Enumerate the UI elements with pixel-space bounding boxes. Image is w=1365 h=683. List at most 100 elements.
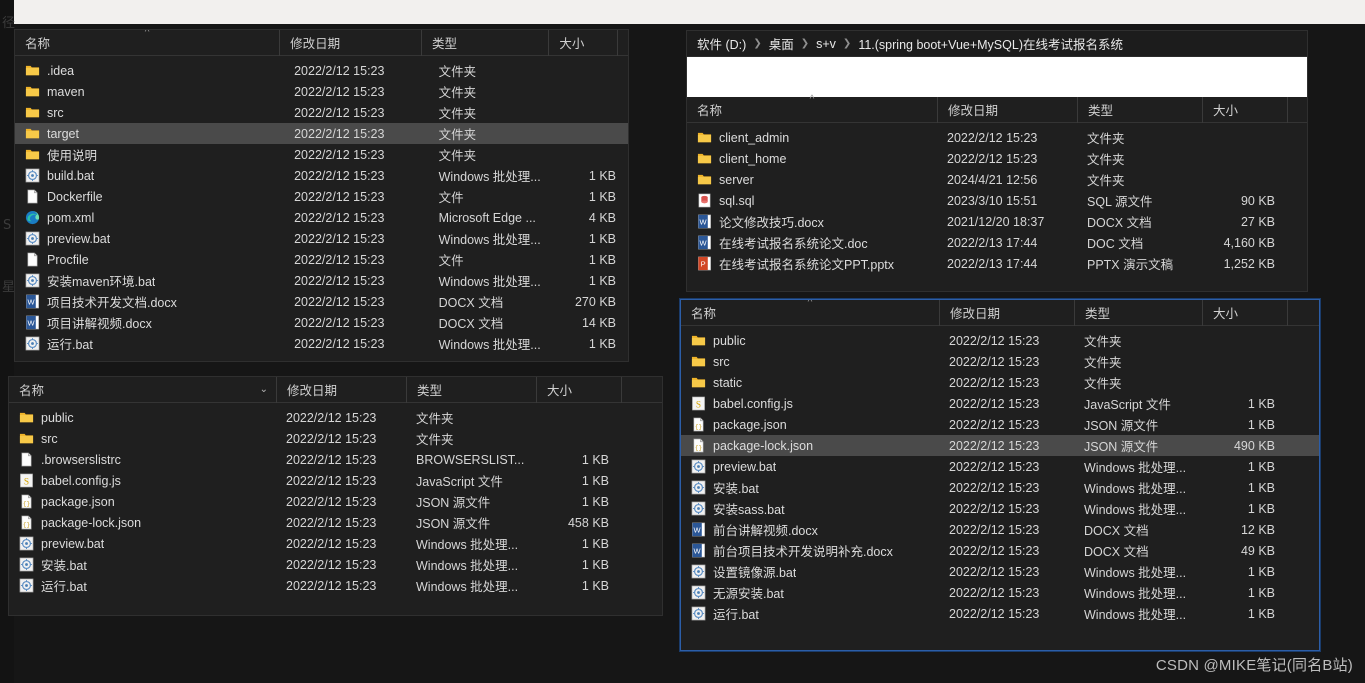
column-header-size[interactable]: 大小	[548, 30, 617, 56]
column-header-name[interactable]: 名称 ^	[15, 30, 279, 56]
table-row[interactable]: 使用说明 2022/2/12 15:23 文件夹	[15, 144, 628, 165]
file-name-cell[interactable]: preview.bat	[681, 459, 939, 474]
explorer-window-project-root[interactable]: 名称 ^ 修改日期 类型 大小 .idea 2022/2/12 15:23 文件夹 maven 2…	[14, 29, 629, 362]
column-header-type[interactable]: 类型	[406, 377, 536, 403]
table-row[interactable]: 运行.bat 2022/2/12 15:23 Windows 批处理... 1 KB	[15, 333, 628, 354]
table-row[interactable]: public 2022/2/12 15:23 文件夹	[9, 407, 662, 428]
table-row[interactable]: {} package-lock.json 2022/2/12 15:23 JSON 源…	[681, 435, 1319, 456]
file-name-cell[interactable]: target	[15, 126, 284, 141]
file-name-cell[interactable]: public	[681, 333, 939, 348]
table-row[interactable]: 无源安装.bat 2022/2/12 15:23 Windows 批处理... 1 K…	[681, 582, 1319, 603]
file-name-cell[interactable]: 安装.bat	[9, 555, 276, 574]
file-name-cell[interactable]: .browserslistrc	[9, 452, 276, 467]
breadcrumb[interactable]: 软件 (D:) ❯ 桌面 ❯ s+v ❯ 11.(spring boot+Vue+MySQL…	[687, 31, 1307, 57]
table-row[interactable]: src 2022/2/12 15:23 文件夹	[681, 351, 1319, 372]
file-name-cell[interactable]: 使用说明	[15, 145, 284, 164]
file-name-cell[interactable]: client_home	[687, 151, 937, 166]
table-row[interactable]: {} package.json 2022/2/12 15:23 JSON 源文件 1 K…	[681, 414, 1319, 435]
column-header-date[interactable]: 修改日期	[937, 96, 1077, 123]
table-row[interactable]: 安装.bat 2022/2/12 15:23 Windows 批处理... 1 KB	[9, 554, 662, 575]
column-header-type[interactable]: 类型	[421, 30, 548, 56]
column-header-type[interactable]: 类型	[1077, 96, 1202, 123]
column-header-name[interactable]: 名称 ⌄	[9, 377, 276, 403]
file-name-cell[interactable]: 运行.bat	[9, 576, 276, 595]
table-row[interactable]: {} package-lock.json 2022/2/12 15:23 JSON 源…	[9, 512, 662, 533]
column-header-name[interactable]: 名称 ^	[681, 300, 939, 326]
table-row[interactable]: client_home 2022/2/12 15:23 文件夹	[687, 148, 1307, 169]
table-row[interactable]: server 2024/4/21 12:56 文件夹	[687, 169, 1307, 190]
chevron-down-icon[interactable]: ⌄	[260, 384, 268, 395]
file-name-cell[interactable]: P 在线考试报名系统论文PPT.pptx	[687, 254, 937, 273]
table-row[interactable]: Sbabel.config.js 2022/2/12 15:23 JavaScrip…	[681, 393, 1319, 414]
file-name-cell[interactable]: {} package.json	[9, 494, 276, 509]
file-name-cell[interactable]: build.bat	[15, 168, 284, 183]
table-row[interactable]: 设置镜像源.bat 2022/2/12 15:23 Windows 批处理... 1 …	[681, 561, 1319, 582]
table-row[interactable]: W 项目技术开发文档.docx 2022/2/12 15:23 DOCX 文档 270 …	[15, 291, 628, 312]
file-name-cell[interactable]: src	[15, 105, 284, 120]
breadcrumb-segment[interactable]: 11.(spring boot+Vue+MySQL)在线考试报名系统	[858, 34, 1123, 53]
file-name-cell[interactable]: preview.bat	[15, 231, 284, 246]
file-name-cell[interactable]: {} package-lock.json	[9, 515, 276, 530]
file-name-cell[interactable]: W 前台讲解视频.docx	[681, 520, 939, 539]
file-name-cell[interactable]: {} package-lock.json	[681, 438, 939, 453]
file-name-cell[interactable]: sql.sql	[687, 193, 937, 208]
table-row[interactable]: .idea 2022/2/12 15:23 文件夹	[15, 60, 628, 81]
file-name-cell[interactable]: public	[9, 410, 276, 425]
table-row[interactable]: {} package.json 2022/2/12 15:23 JSON 源文件 1 K…	[9, 491, 662, 512]
table-row[interactable]: P 在线考试报名系统论文PPT.pptx 2022/2/13 17:44 PPTX 演…	[687, 253, 1307, 274]
breadcrumb-segment[interactable]: s+v	[816, 37, 836, 51]
table-row[interactable]: 安装maven环境.bat 2022/2/12 15:23 Windows 批处理.…	[15, 270, 628, 291]
table-row[interactable]: preview.bat 2022/2/12 15:23 Windows 批处理...…	[681, 456, 1319, 477]
table-row[interactable]: static 2022/2/12 15:23 文件夹	[681, 372, 1319, 393]
table-row[interactable]: client_admin 2022/2/12 15:23 文件夹	[687, 127, 1307, 148]
table-row[interactable]: 运行.bat 2022/2/12 15:23 Windows 批处理... 1 KB	[9, 575, 662, 596]
table-row[interactable]: sql.sql 2023/3/10 15:51 SQL 源文件 90 KB	[687, 190, 1307, 211]
table-row[interactable]: W 在线考试报名系统论文.doc 2022/2/13 17:44 DOC 文档 4,16…	[687, 232, 1307, 253]
table-row[interactable]: pom.xml 2022/2/12 15:23 Microsoft Edge ...…	[15, 207, 628, 228]
breadcrumb-segment[interactable]: 软件 (D:)	[697, 34, 746, 53]
file-name-cell[interactable]: W 前台项目技术开发说明补充.docx	[681, 541, 939, 560]
table-row[interactable]: W 项目讲解视频.docx 2022/2/12 15:23 DOCX 文档 14 KB	[15, 312, 628, 333]
table-row[interactable]: 安装sass.bat 2022/2/12 15:23 Windows 批处理... 1…	[681, 498, 1319, 519]
explorer-window-solution-root[interactable]: 软件 (D:) ❯ 桌面 ❯ s+v ❯ 11.(spring boot+Vue+MySQL…	[686, 30, 1308, 292]
breadcrumb-segment[interactable]: 桌面	[769, 34, 794, 53]
table-row[interactable]: maven 2022/2/12 15:23 文件夹	[15, 81, 628, 102]
table-row[interactable]: target 2022/2/12 15:23 文件夹	[15, 123, 628, 144]
table-row[interactable]: W 论文修改技巧.docx 2021/12/20 18:37 DOCX 文档 27 KB	[687, 211, 1307, 232]
table-row[interactable]: 运行.bat 2022/2/12 15:23 Windows 批处理... 1 KB	[681, 603, 1319, 624]
file-name-cell[interactable]: W 项目讲解视频.docx	[15, 313, 284, 332]
column-header-date[interactable]: 修改日期	[279, 30, 421, 56]
file-name-cell[interactable]: W 在线考试报名系统论文.doc	[687, 233, 937, 252]
file-name-cell[interactable]: Sbabel.config.js	[681, 396, 939, 411]
column-header-size[interactable]: 大小	[1202, 300, 1287, 326]
file-name-cell[interactable]: 设置镜像源.bat	[681, 562, 939, 581]
table-row[interactable]: W 前台项目技术开发说明补充.docx 2022/2/12 15:23 DOCX 文档…	[681, 540, 1319, 561]
table-row[interactable]: preview.bat 2022/2/12 15:23 Windows 批处理...…	[15, 228, 628, 249]
file-name-cell[interactable]: maven	[15, 84, 284, 99]
file-name-cell[interactable]: W 项目技术开发文档.docx	[15, 292, 284, 311]
file-name-cell[interactable]: W 论文修改技巧.docx	[687, 212, 937, 231]
file-name-cell[interactable]: preview.bat	[9, 536, 276, 551]
column-header-type[interactable]: 类型	[1074, 300, 1202, 326]
file-name-cell[interactable]: src	[681, 354, 939, 369]
table-row[interactable]: W 前台讲解视频.docx 2022/2/12 15:23 DOCX 文档 12 KB	[681, 519, 1319, 540]
explorer-window-client-admin[interactable]: 名称 ^ 修改日期 类型 大小 public 2022/2/12 15:23 文件夹 src 20…	[680, 299, 1320, 651]
table-row[interactable]: public 2022/2/12 15:23 文件夹	[681, 330, 1319, 351]
file-name-cell[interactable]: Dockerfile	[15, 189, 284, 204]
file-name-cell[interactable]: src	[9, 431, 276, 446]
file-name-cell[interactable]: pom.xml	[15, 210, 284, 225]
table-row[interactable]: Sbabel.config.js 2022/2/12 15:23 JavaScrip…	[9, 470, 662, 491]
file-name-cell[interactable]: 安装maven环境.bat	[15, 271, 284, 290]
file-name-cell[interactable]: .idea	[15, 63, 284, 78]
file-name-cell[interactable]: 运行.bat	[681, 604, 939, 623]
file-name-cell[interactable]: Procfile	[15, 252, 284, 267]
file-name-cell[interactable]: static	[681, 375, 939, 390]
column-header-size[interactable]: 大小	[536, 377, 621, 403]
file-name-cell[interactable]: Sbabel.config.js	[9, 473, 276, 488]
table-row[interactable]: src 2022/2/12 15:23 文件夹	[15, 102, 628, 123]
column-header-date[interactable]: 修改日期	[939, 300, 1074, 326]
file-name-cell[interactable]: client_admin	[687, 130, 937, 145]
table-row[interactable]: Procfile 2022/2/12 15:23 文件 1 KB	[15, 249, 628, 270]
table-row[interactable]: 安装.bat 2022/2/12 15:23 Windows 批处理... 1 KB	[681, 477, 1319, 498]
file-name-cell[interactable]: 运行.bat	[15, 334, 284, 353]
